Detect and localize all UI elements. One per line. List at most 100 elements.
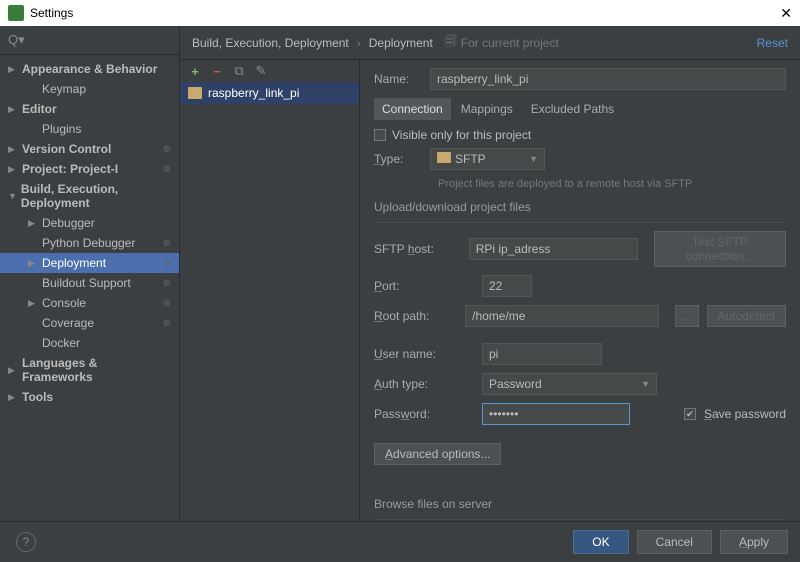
tree-item-label: Plugins — [42, 122, 81, 136]
chevron-right-icon — [8, 104, 18, 115]
chevron-right-icon: › — [357, 36, 361, 50]
app-icon — [8, 5, 24, 21]
password-label: Password: — [374, 407, 474, 421]
close-icon[interactable]: ✕ — [780, 5, 792, 22]
tree-item-plugins[interactable]: Plugins — [0, 119, 179, 139]
tree-item-deployment[interactable]: Deployment⊚ — [0, 253, 179, 273]
deployment-form: Name: Connection Mappings Excluded Paths… — [360, 60, 800, 521]
tree-item-label: Coverage — [42, 316, 94, 330]
breadcrumb: Build, Execution, Deployment › Deploymen… — [192, 36, 433, 50]
tree-item-label: Editor — [22, 102, 57, 116]
tab-excluded-paths[interactable]: Excluded Paths — [523, 98, 622, 120]
crumb-deployment[interactable]: Deployment — [369, 36, 433, 50]
root-path-input[interactable] — [465, 305, 659, 327]
project-scope-icon: ⊚ — [163, 318, 171, 329]
project-scope-icon: ⊚ — [163, 298, 171, 309]
window-title: Settings — [30, 6, 73, 20]
sftp-host-label: SFTP host: — [374, 242, 461, 256]
server-folder-icon — [188, 87, 202, 99]
tab-connection[interactable]: Connection — [374, 98, 451, 120]
name-input[interactable] — [430, 68, 786, 90]
tree-item-project-project-i[interactable]: Project: Project-I ⊚ — [0, 159, 179, 179]
project-scope-icon: ⊚ — [163, 144, 171, 155]
project-scope-label: For current project — [461, 36, 559, 50]
tree-item-debugger[interactable]: Debugger — [0, 213, 179, 233]
type-hint: Project files are deployed to a remote h… — [438, 178, 786, 190]
tree-item-label: Languages & Frameworks — [22, 356, 171, 384]
auth-type-label: Auth type: — [374, 377, 474, 391]
tree-item-build-execution-deployment[interactable]: Build, Execution, Deployment — [0, 179, 179, 213]
tree-item-appearance-behavior[interactable]: Appearance & Behavior — [0, 59, 179, 79]
username-label: User name: — [374, 347, 474, 361]
chevron-right-icon — [28, 258, 38, 269]
visible-only-label: Visible only for this project — [392, 128, 531, 142]
tree-item-label: Python Debugger — [42, 236, 135, 250]
tree-item-editor[interactable]: Editor — [0, 99, 179, 119]
rename-server-icon[interactable]: ✎ — [254, 64, 268, 78]
chevron-down-icon: ▼ — [529, 154, 538, 164]
chevron-right-icon — [28, 218, 38, 229]
tree-item-label: Appearance & Behavior — [22, 62, 157, 76]
tree-item-buildout-support[interactable]: Buildout Support⊚ — [0, 273, 179, 293]
tab-mappings[interactable]: Mappings — [453, 98, 521, 120]
root-path-label: Root path: — [374, 309, 457, 323]
project-scope-icon: ⊚ — [163, 238, 171, 249]
tree-item-coverage[interactable]: Coverage ⊚ — [0, 313, 179, 333]
crumb-build[interactable]: Build, Execution, Deployment — [192, 36, 349, 50]
username-input[interactable] — [482, 343, 602, 365]
content-header: Build, Execution, Deployment › Deploymen… — [180, 26, 800, 60]
browse-root-button[interactable]: ... — [675, 305, 699, 327]
search-input[interactable]: Q▾ — [0, 26, 179, 55]
tree-item-label: Console — [42, 296, 86, 310]
add-server-icon[interactable]: + — [188, 64, 202, 78]
remove-server-icon[interactable]: − — [210, 64, 224, 78]
server-name-label: raspberry_link_pi — [208, 86, 299, 100]
advanced-options-button[interactable]: Advanced options... — [374, 443, 501, 465]
tree-item-version-control[interactable]: Version Control ⊚ — [0, 139, 179, 159]
tree-item-label: Debugger — [42, 216, 95, 230]
project-scope-icon: ⊚ — [163, 164, 171, 175]
auth-type-select[interactable]: Password ▼ — [482, 373, 657, 395]
chevron-right-icon — [8, 365, 18, 376]
sftp-host-input[interactable] — [469, 238, 638, 260]
upload-group-title: Upload/download project files — [374, 200, 786, 214]
save-password-label: Save password — [704, 407, 786, 421]
chevron-right-icon — [8, 164, 18, 175]
tree-item-label: Buildout Support — [42, 276, 131, 290]
port-input[interactable] — [482, 275, 532, 297]
copy-server-icon[interactable]: ⧉ — [232, 64, 246, 78]
chevron-right-icon — [28, 298, 38, 309]
autodetect-button[interactable]: Autodetect — [707, 305, 786, 327]
type-select[interactable]: SFTP ▼ — [430, 148, 545, 170]
chevron-down-icon — [8, 191, 17, 201]
settings-sidebar: Q▾ Appearance & Behavior Keymap Editor Plug… — [0, 26, 180, 521]
tree-item-label: Build, Execution, Deployment — [21, 182, 171, 210]
password-input[interactable] — [482, 403, 630, 425]
tree-item-docker[interactable]: Docker — [0, 333, 179, 353]
group-divider — [374, 222, 786, 223]
name-label: Name: — [374, 72, 422, 86]
tree-item-label: Docker — [42, 336, 80, 350]
tree-item-tools[interactable]: Tools — [0, 387, 179, 407]
tree-item-keymap[interactable]: Keymap — [0, 79, 179, 99]
tree-item-console[interactable]: Console ⊚ — [0, 293, 179, 313]
tree-item-label: Keymap — [42, 82, 86, 96]
apply-button[interactable]: Apply — [720, 530, 788, 554]
reset-link[interactable]: Reset — [757, 36, 788, 50]
save-password-checkbox[interactable] — [684, 408, 696, 420]
tree-item-label: Project: Project-I — [22, 162, 118, 176]
port-label: Port: — [374, 279, 474, 293]
tree-item-languages-frameworks[interactable]: Languages & Frameworks — [0, 353, 179, 387]
server-list-item[interactable]: raspberry_link_pi — [180, 82, 359, 104]
help-button[interactable]: ? — [16, 532, 36, 552]
dialog-footer: ? OK Cancel Apply — [0, 521, 800, 562]
tree-item-label: Deployment — [42, 256, 106, 270]
visible-only-checkbox[interactable] — [374, 129, 386, 141]
ok-button[interactable]: OK — [573, 530, 628, 554]
cancel-button[interactable]: Cancel — [637, 530, 712, 554]
chevron-right-icon — [8, 64, 18, 75]
tree-item-label: Version Control — [22, 142, 111, 156]
test-sftp-button[interactable]: Test SFTP connection... — [654, 231, 786, 267]
browse-group-title: Browse files on server — [374, 497, 786, 511]
tree-item-python-debugger[interactable]: Python Debugger ⊚ — [0, 233, 179, 253]
